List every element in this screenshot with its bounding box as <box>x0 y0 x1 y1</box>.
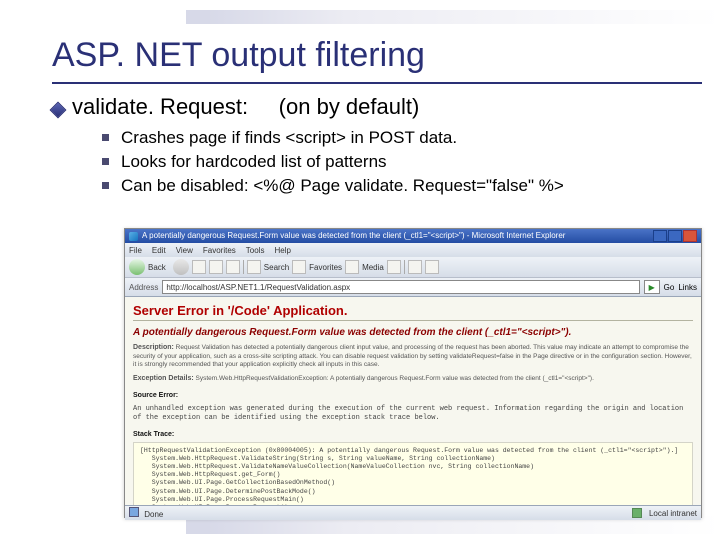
sub-bullet-list: Crashes page if finds <script> in POST d… <box>102 124 564 200</box>
address-input[interactable]: http://localhost/ASP.NET1.1/RequestValid… <box>162 280 639 294</box>
menu-file[interactable]: File <box>129 246 142 255</box>
page-content: Server Error in '/Code' Application. A p… <box>125 297 701 505</box>
menu-bar: File Edit View Favorites Tools Help <box>125 243 701 257</box>
square-bullet-icon <box>102 182 109 189</box>
home-button[interactable] <box>226 260 240 274</box>
browser-window: A potentially dangerous Request.Form val… <box>124 228 702 518</box>
menu-view[interactable]: View <box>176 246 193 255</box>
status-bar: Done Local intranet <box>125 505 701 520</box>
slide-title: ASP. NET output filtering <box>52 36 425 75</box>
source-error-section: Source Error: <box>133 390 693 399</box>
slide-top-gradient <box>186 10 720 24</box>
sub-bullet: Can be disabled: <%@ Page validate. Requ… <box>102 176 564 196</box>
sub-bullet-text: Crashes page if finds <script> in POST d… <box>121 128 457 147</box>
close-button[interactable] <box>683 230 697 242</box>
go-button[interactable]: ▶ <box>644 280 660 294</box>
back-label: Back <box>148 263 166 272</box>
square-bullet-icon <box>102 158 109 165</box>
error-h1: Server Error in '/Code' Application. <box>133 303 693 318</box>
error-h2: A potentially dangerous Request.Form val… <box>133 327 693 338</box>
exception-label: Exception Details: <box>133 375 194 382</box>
stack-trace-label: Stack Trace: <box>133 431 174 438</box>
media-icon[interactable] <box>345 260 359 274</box>
mail-button[interactable] <box>408 260 422 274</box>
minimize-button[interactable] <box>653 230 667 242</box>
address-bar: Address http://localhost/ASP.NET1.1/Requ… <box>125 278 701 297</box>
sub-bullet-text: Looks for hardcoded list of patterns <box>121 152 387 171</box>
toolbar: Back Search Favorites Media <box>125 257 701 278</box>
description-text: Request Validation has detected a potent… <box>133 344 692 368</box>
stop-button[interactable] <box>192 260 206 274</box>
media-label: Media <box>362 263 384 272</box>
search-label: Search <box>264 263 289 272</box>
menu-help[interactable]: Help <box>274 246 290 255</box>
source-error-label: Source Error: <box>133 392 178 399</box>
main-bullet-label: validate. Request: <box>72 94 248 119</box>
exception-block: Exception Details: System.Web.HttpReques… <box>133 375 693 384</box>
stack-trace-section: Stack Trace: <box>133 429 693 438</box>
menu-favorites[interactable]: Favorites <box>203 246 236 255</box>
window-title: A potentially dangerous Request.Form val… <box>142 229 653 243</box>
window-titlebar[interactable]: A potentially dangerous Request.Form val… <box>125 229 701 243</box>
diamond-bullet-icon <box>50 102 67 119</box>
go-label: Go <box>664 283 675 292</box>
refresh-button[interactable] <box>209 260 223 274</box>
status-right-group: Local intranet <box>632 508 697 518</box>
slide-title-rule <box>52 82 702 84</box>
sub-bullet-text: Can be disabled: <%@ Page validate. Requ… <box>121 176 564 195</box>
ie-icon <box>129 232 138 241</box>
main-bullet-note: (on by default) <box>279 94 420 119</box>
back-button[interactable] <box>129 259 145 275</box>
status-left-group: Done <box>129 507 163 519</box>
description-block: Description: Request Validation has dete… <box>133 344 693 369</box>
print-button[interactable] <box>425 260 439 274</box>
intranet-icon <box>632 508 642 518</box>
favorites-label: Favorites <box>309 263 342 272</box>
address-text: http://localhost/ASP.NET1.1/RequestValid… <box>166 283 350 292</box>
main-bullet: validate. Request: (on by default) <box>72 94 419 120</box>
status-left: Done <box>144 510 163 519</box>
description-label: Description: <box>133 344 174 351</box>
forward-button[interactable] <box>173 259 189 275</box>
sub-bullet: Looks for hardcoded list of patterns <box>102 152 564 172</box>
links-label[interactable]: Links <box>678 283 697 292</box>
search-icon[interactable] <box>247 260 261 274</box>
sub-bullet: Crashes page if finds <script> in POST d… <box>102 128 564 148</box>
status-right: Local intranet <box>649 509 697 518</box>
history-button[interactable] <box>387 260 401 274</box>
favorites-icon[interactable] <box>292 260 306 274</box>
exception-text: System.Web.HttpRequestValidationExceptio… <box>196 375 594 382</box>
window-buttons <box>653 230 697 242</box>
done-icon <box>129 507 139 517</box>
stack-trace-box: [HttpRequestValidationException (0x80004… <box>133 442 693 505</box>
menu-tools[interactable]: Tools <box>246 246 265 255</box>
square-bullet-icon <box>102 134 109 141</box>
divider <box>133 320 693 321</box>
maximize-button[interactable] <box>668 230 682 242</box>
address-label: Address <box>129 283 158 292</box>
menu-edit[interactable]: Edit <box>152 246 166 255</box>
source-error-text: An unhandled exception was generated dur… <box>133 405 693 423</box>
